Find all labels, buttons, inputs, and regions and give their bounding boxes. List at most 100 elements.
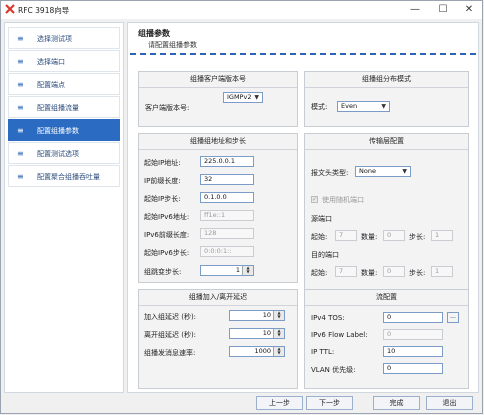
- join-leave-group: 组播加入/离开延迟 加入组延迟 (秒): 10 ▲ ▼ 离开组延迟 (秒): 10…: [138, 289, 298, 389]
- client-version-select[interactable]: IGMPv2 ▼: [223, 92, 263, 103]
- leave-delay-value: 10: [262, 329, 271, 337]
- join-delay-value: 10: [262, 311, 271, 319]
- menu-icon: ≡: [17, 126, 24, 135]
- tos-more-button[interactable]: ...: [447, 312, 459, 323]
- src-start-input[interactable]: 7: [335, 230, 357, 241]
- group-step-value: 1: [235, 266, 240, 274]
- message-rate-value: 1000: [254, 347, 271, 355]
- section-divider: [130, 53, 476, 55]
- ipv4-tos-input[interactable]: 0: [383, 312, 443, 323]
- menu-icon: ≡: [17, 57, 24, 66]
- minimize-button[interactable]: —: [402, 1, 428, 19]
- distribution-mode-group: 组播组分布模式 模式: Even ▼: [304, 71, 469, 127]
- ipv6-step-input[interactable]: 0:0:0:1::: [200, 246, 254, 257]
- address-step-group: 组播组地址和步长 起始IP地址: 225.0.0.1 IP前缀长度: 32 起始…: [138, 133, 298, 283]
- sidebar: ≡ 选择测试项 ≡ 选择端口 ≡ 配置端点 ≡ 配置组播流量 ≡ 配置组播参数 …: [4, 22, 124, 393]
- header-type-select[interactable]: None ▼: [355, 166, 411, 177]
- sidebar-item-test-options[interactable]: ≡ 配置测试选项: [8, 142, 120, 164]
- wizard-window: RFC 3918向导 — ☐ ✕ ≡ 选择测试项 ≡ 选择端口 ≡ 配置端点 ≡…: [0, 0, 483, 414]
- dst-start-input[interactable]: 7: [335, 266, 357, 277]
- sidebar-item-select-port[interactable]: ≡ 选择端口: [8, 50, 120, 72]
- dst-count-input[interactable]: 0: [383, 266, 405, 277]
- ip-step-input[interactable]: 0.1.0.0: [200, 192, 254, 203]
- title-bar: RFC 3918向导 — ☐ ✕: [1, 1, 482, 19]
- src-step-input[interactable]: 1: [431, 230, 453, 241]
- client-version-group: 组播客户端版本号 客户端版本号: IGMPv2 ▼: [138, 71, 298, 127]
- ipv6-prefix-input[interactable]: 128: [200, 228, 254, 239]
- header-type-value: None: [359, 167, 376, 175]
- random-port-label: 使用随机端口: [322, 196, 364, 204]
- leave-delay-label: 离开组延迟 (秒):: [144, 331, 197, 339]
- ipv6-start-label: 起始IPv6地址:: [144, 213, 190, 221]
- client-version-label: 客户端版本号:: [145, 104, 190, 112]
- group-step-stepper[interactable]: 1 ▲ ▼: [200, 265, 254, 276]
- main-panel: 组播参数 请配置组播参数 组播客户端版本号 客户端版本号: IGMPv2 ▼ 组…: [127, 22, 479, 393]
- chevron-down-icon: ▼: [381, 103, 386, 110]
- dst-count-label: 数量:: [361, 269, 378, 277]
- sidebar-item-endpoints[interactable]: ≡ 配置端点: [8, 73, 120, 95]
- chevron-down-icon[interactable]: ▼: [243, 270, 253, 274]
- menu-icon: ≡: [17, 103, 24, 112]
- sidebar-item-label: 配置测试选项: [37, 150, 79, 158]
- menu-icon: ≡: [17, 149, 24, 158]
- stepper-buttons[interactable]: ▲ ▼: [273, 347, 284, 356]
- menu-icon: ≡: [17, 34, 24, 43]
- group-title: 流配置: [305, 290, 468, 306]
- dst-step-input[interactable]: 1: [431, 266, 453, 277]
- stepper-buttons[interactable]: ▲ ▼: [273, 311, 284, 320]
- source-port-label: 源端口: [311, 215, 332, 223]
- next-button[interactable]: 下一步: [306, 396, 353, 410]
- stepper-buttons[interactable]: ▲ ▼: [273, 329, 284, 338]
- chevron-down-icon: ▼: [254, 94, 259, 101]
- transport-layer-group: 传输层配置 报文头类型: None ▼ ✓ 使用随机端口 源端口 起始: 7 数…: [304, 133, 469, 303]
- vlan-priority-input[interactable]: 0: [383, 363, 443, 374]
- start-ip-input[interactable]: 225.0.0.1: [200, 156, 254, 167]
- maximize-button[interactable]: ☐: [430, 1, 456, 19]
- prev-button[interactable]: 上一步: [256, 396, 303, 410]
- group-title: 组播加入/离开延迟: [139, 290, 297, 306]
- close-button[interactable]: ✕: [456, 1, 482, 19]
- distribution-mode-select[interactable]: Even ▼: [337, 101, 390, 112]
- src-step-label: 步长:: [409, 233, 426, 241]
- ipv6-start-input[interactable]: ff1e::1: [200, 210, 254, 221]
- join-delay-stepper[interactable]: 10 ▲ ▼: [229, 310, 285, 321]
- group-title: 组播组分布模式: [305, 72, 468, 88]
- group-title: 传输层配置: [305, 134, 468, 150]
- ip-prefix-input[interactable]: 32: [200, 174, 254, 185]
- exit-button[interactable]: 退出: [426, 396, 473, 410]
- join-delay-label: 加入组延迟 (秒):: [144, 313, 197, 321]
- chevron-down-icon[interactable]: ▼: [274, 315, 284, 319]
- ipv6-flow-label-label: IPv6 Flow Label:: [311, 331, 368, 339]
- chevron-down-icon[interactable]: ▼: [274, 333, 284, 337]
- message-rate-label: 组播发消息速率:: [144, 349, 196, 357]
- leave-delay-stepper[interactable]: 10 ▲ ▼: [229, 328, 285, 339]
- page-title: 组播参数: [138, 29, 170, 38]
- sidebar-item-select-test[interactable]: ≡ 选择测试项: [8, 27, 120, 49]
- sidebar-item-multicast-traffic[interactable]: ≡ 配置组播流量: [8, 96, 120, 118]
- menu-icon: ≡: [17, 80, 24, 89]
- distribution-mode-label: 模式:: [311, 103, 328, 111]
- message-rate-stepper[interactable]: 1000 ▲ ▼: [229, 346, 285, 357]
- client-version-value: IGMPv2: [227, 93, 252, 101]
- group-title: 组播客户端版本号: [139, 72, 297, 88]
- chevron-down-icon[interactable]: ▼: [274, 351, 284, 355]
- sidebar-item-label: 配置组播参数: [37, 127, 79, 135]
- ipv6-flow-label-input[interactable]: 0: [383, 329, 443, 340]
- distribution-mode-value: Even: [341, 102, 358, 110]
- dst-step-label: 步长:: [409, 269, 426, 277]
- src-count-input[interactable]: 0: [383, 230, 405, 241]
- stepper-buttons[interactable]: ▲ ▼: [242, 266, 253, 275]
- ip-ttl-label: IP TTL:: [311, 348, 335, 356]
- app-logo-icon: [5, 4, 15, 14]
- chevron-down-icon: ▼: [402, 168, 407, 175]
- sidebar-item-label: 选择测试项: [37, 35, 72, 43]
- ip-step-label: 起始IP步长:: [144, 195, 181, 203]
- sidebar-item-aggregate-throughput[interactable]: ≡ 配置聚合组播吞吐量: [8, 165, 120, 187]
- random-port-checkbox[interactable]: ✓: [311, 196, 318, 203]
- sidebar-item-label: 选择端口: [37, 58, 65, 66]
- sidebar-item-multicast-params[interactable]: ≡ 配置组播参数: [8, 119, 120, 141]
- vlan-priority-label: VLAN 优先级:: [311, 366, 356, 374]
- ip-ttl-input[interactable]: 10: [383, 346, 443, 357]
- finish-button[interactable]: 完成: [373, 396, 420, 410]
- header-type-label: 报文头类型:: [311, 169, 349, 177]
